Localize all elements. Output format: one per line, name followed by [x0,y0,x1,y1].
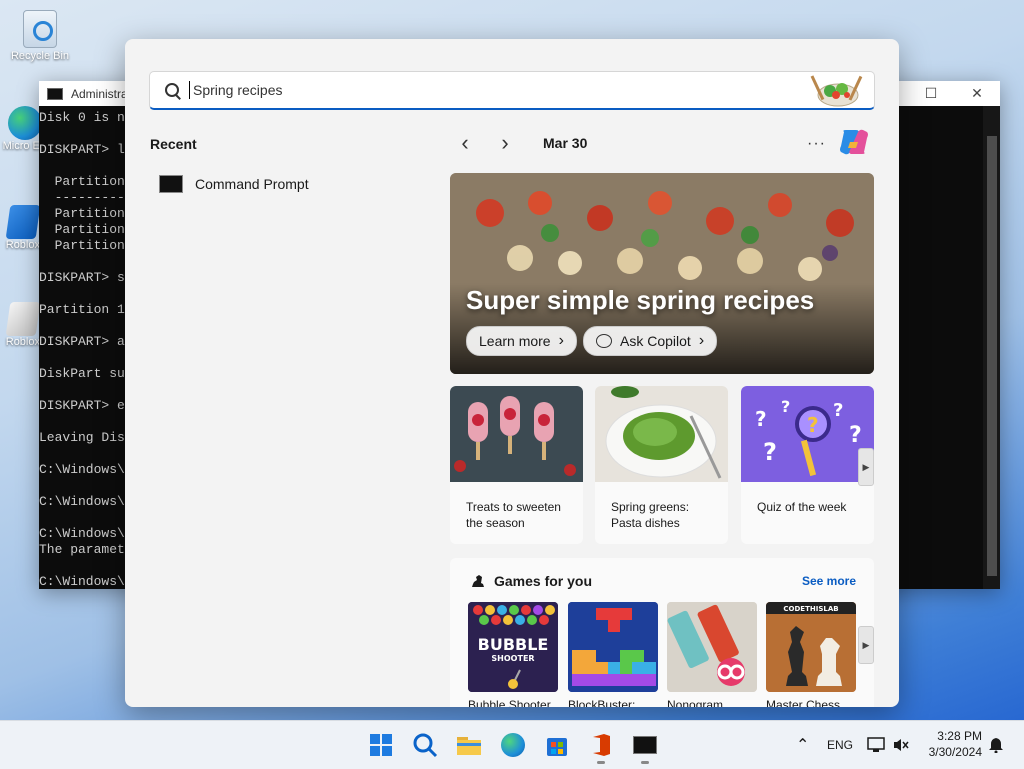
windows-start-icon[interactable] [367,731,395,759]
master-chess-art: CODETHISLAB [766,602,856,692]
search-icon [165,83,179,97]
cmd-icon [159,175,183,193]
search-panel: Recent Command Prompt ‹ › Mar 30 ··· [125,39,899,707]
search-input[interactable] [191,81,775,99]
game-label: Bubble Shooter [468,698,551,707]
desktop-icon-label: Roblox [5,239,40,251]
games-next-arrow-icon[interactable]: ▶ [858,626,874,664]
salad-icon [810,75,863,107]
clock-time: 3:28 PM [937,729,982,743]
scrollbar[interactable] [983,106,1000,589]
see-more-link[interactable]: See more [802,574,856,588]
show-hidden-icons-icon[interactable]: ⌃ [796,721,809,769]
games-heading: Games for you [470,573,592,589]
game-label: Master Chess [766,698,841,707]
game-tile-master-chess[interactable]: CODETHISLAB [766,602,856,692]
nonogram-art [667,602,757,692]
copilot-icon[interactable] [838,128,870,156]
svg-text:CODETHISLAB: CODETHISLAB [783,605,838,613]
feed-nav: ‹ › Mar 30 [455,130,588,155]
roblox-icon [5,205,41,239]
game-tile-blockbuster[interactable] [568,602,658,692]
feed-card-treats[interactable]: Treats to sweeten the season [450,386,583,544]
svg-text:?: ? [781,397,790,416]
feed-date: Mar 30 [543,135,588,151]
search-taskbar-icon[interactable] [411,731,439,759]
svg-text:BUBBLE: BUBBLE [478,635,549,654]
store-icon[interactable] [543,731,571,759]
cmd-taskbar-icon[interactable] [631,731,659,759]
hero-title: Super simple spring recipes [466,285,815,315]
office-icon[interactable] [587,731,615,759]
close-icon[interactable]: ✕ [954,81,1000,106]
more-options-button[interactable]: ··· [807,135,826,153]
chevron-right-icon: › [698,332,705,349]
game-label: Nonogram [667,698,724,707]
taskbar: ⌃ ENG 3:28 PM 3/30/2024 [0,720,1024,769]
roblox-studio-icon [5,302,41,336]
ask-copilot-label: Ask Copilot [620,333,691,349]
popsicle-image [450,386,583,482]
ask-copilot-button[interactable]: Ask Copilot › [583,326,718,356]
svg-text:?: ? [807,413,819,437]
recent-heading: Recent [150,136,197,152]
svg-text:SHOOTER: SHOOTER [491,654,534,663]
running-indicator [597,761,605,764]
pasta-image [595,386,728,482]
card-caption: Quiz of the week [757,500,847,514]
card-caption: Spring greens: Pasta dishes [611,500,690,530]
game-tile-bubble-shooter[interactable]: BUBBLE SHOOTER [468,602,558,692]
chevron-left-icon[interactable]: ‹ [455,130,475,155]
clock-date: 3/30/2024 [928,745,982,759]
desktop-icon-roblox-2[interactable]: Roblox [0,302,41,348]
svg-text:?: ? [763,438,777,466]
chevron-right-icon: › [558,332,564,349]
edge-taskbar-icon[interactable] [499,731,527,759]
card-caption: Treats to sweeten the season [466,500,561,530]
clock[interactable]: 3:28 PM 3/30/2024 [929,728,982,760]
chess-piece-icon [472,575,484,587]
chat-bubble-icon [596,334,612,348]
search-box[interactable] [149,71,875,110]
recycle-bin-icon [23,10,57,48]
game-label: BlockBuster: [568,698,636,707]
running-indicator [641,761,649,764]
svg-text:?: ? [833,400,843,421]
language-indicator[interactable]: ENG [827,721,853,769]
network-icon[interactable] [867,721,885,769]
blockbuster-art [568,602,658,692]
chevron-right-icon[interactable]: › [495,130,515,155]
recent-item-command-prompt[interactable]: Command Prompt [159,175,309,193]
file-explorer-icon[interactable] [455,731,483,759]
svg-text:?: ? [849,423,862,448]
game-tile-nonogram[interactable] [667,602,757,692]
cards-next-arrow-icon[interactable]: ▶ [858,448,874,486]
recent-item-label: Command Prompt [195,176,309,192]
notification-icon[interactable] [988,721,1004,769]
maximize-icon[interactable]: ☐ [908,81,954,106]
volume-muted-icon[interactable] [893,721,909,769]
games-heading-label: Games for you [494,573,593,589]
bubble-shooter-art: BUBBLE SHOOTER [468,602,558,692]
learn-more-button[interactable]: Learn more › [466,326,577,356]
edge-icon [8,106,42,140]
learn-more-label: Learn more [479,333,551,349]
svg-text:?: ? [755,407,767,431]
feed-card-spring-greens[interactable]: Spring greens: Pasta dishes [595,386,728,544]
cmd-icon [47,87,63,100]
scrollbar-thumb[interactable] [987,136,997,576]
window-title: Administra [71,86,128,101]
games-section: Games for you See more BUBBLE SHOOTER Bu… [450,558,874,707]
feed-card-quiz[interactable]: ?? ?? ? ? Quiz of the week [741,386,874,544]
desktop-icon-label: Roblox [5,336,40,348]
desktop-icon-roblox-1[interactable]: Roblox [0,205,41,251]
hero-card[interactable]: Super simple spring recipes Learn more ›… [450,173,874,374]
text-caret [189,81,190,99]
desktop-icon-label: Recycle Bin [10,50,70,62]
desktop-icon-recycle-bin[interactable]: Recycle Bin [0,10,80,62]
quiz-image: ?? ?? ? ? [741,386,874,482]
